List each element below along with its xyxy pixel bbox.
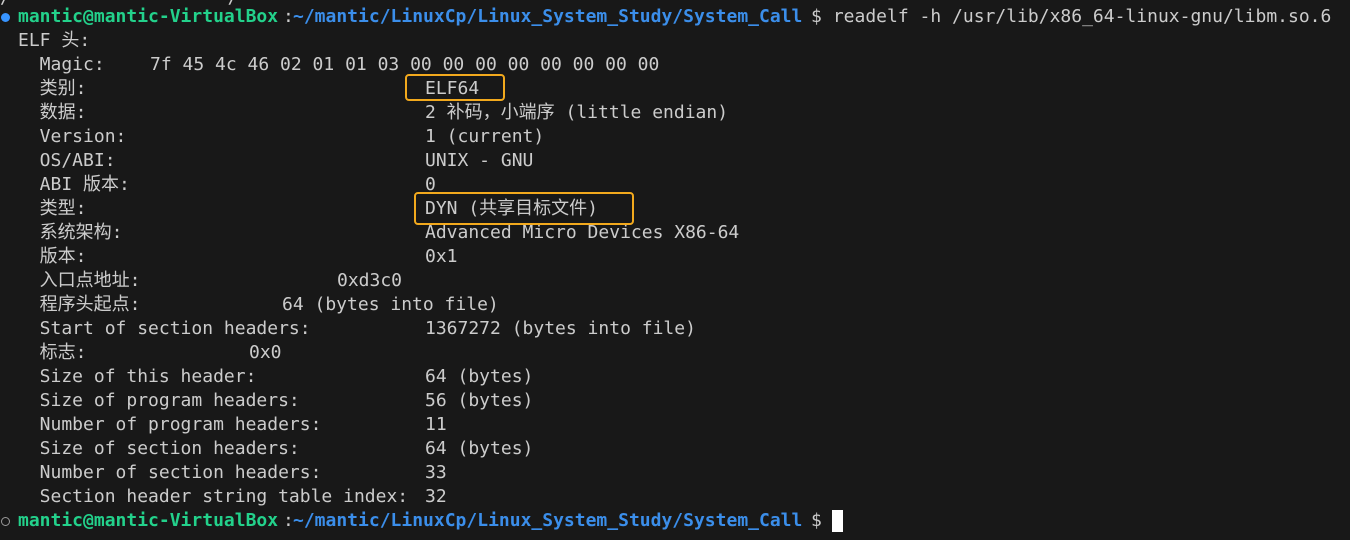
field-section-header-offset: Start of section headers: 1367272 (bytes…	[18, 318, 696, 339]
field-machine: 系统架构: Advanced Micro Devices X86-64	[18, 222, 740, 243]
field-entry-point: 入口点地址: 0xd3c0	[18, 270, 403, 291]
command-text: readelf -h /usr/lib/x86_64-linux-gnu/lib…	[822, 6, 1332, 27]
command-line: mantic@mantic-VirtualBox : ~/mantic/Linu…	[0, 5, 1350, 29]
field-osabi: OS/ABI: UNIX - GNU	[18, 150, 534, 171]
prompt-user-host: mantic@mantic-VirtualBox	[18, 510, 279, 531]
field-file-version: 版本: 0x1	[18, 246, 458, 267]
prompt-path: ~/mantic/LinuxCp/Linux_System_Study/Syst…	[293, 6, 803, 27]
prompt-symbol: $	[811, 6, 822, 27]
field-type: 类型: DYN (共享目标文件)	[18, 198, 599, 219]
prompt-user-host: mantic@mantic-VirtualBox	[18, 6, 279, 27]
field-abi-version: ABI 版本: 0	[18, 174, 436, 195]
field-section-header-size: Size of section headers: 64 (bytes)	[18, 438, 534, 459]
field-class: 类别: ELF64	[18, 78, 480, 99]
class-highlight-box	[405, 74, 505, 101]
elf-header-title: ELF 头:	[18, 30, 91, 51]
prompt-symbol: $	[811, 510, 822, 531]
prompt-path: ~/mantic/LinuxCp/Linux_System_Study/Syst…	[293, 510, 803, 531]
current-prompt-line: mantic@mantic-VirtualBox : ~/mantic/Linu…	[0, 509, 1350, 533]
terminal-output[interactable]: / / mantic@mantic-VirtualBox : ~/mantic/…	[0, 0, 1350, 540]
field-program-header-offset: 程序头起点: 64 (bytes into file)	[18, 294, 499, 315]
field-magic: Magic: 7f 45 4c 46 02 01 01 03 00 00 00 …	[18, 54, 660, 75]
field-data: 数据: 2 补码，小端序 (little endian)	[18, 102, 729, 123]
command-pending-marker[interactable]	[1, 517, 10, 526]
field-string-table-index: Section header string table index: 32	[18, 486, 447, 507]
text-cursor[interactable]	[832, 510, 843, 532]
field-version: Version: 1 (current)	[18, 126, 545, 147]
field-section-header-count: Number of section headers: 33	[18, 462, 447, 483]
type-highlight-box	[414, 192, 634, 225]
field-program-header-size: Size of program headers: 56 (bytes)	[18, 390, 534, 411]
field-program-header-count: Number of program headers: 11	[18, 414, 447, 435]
command-success-marker[interactable]	[1, 13, 10, 22]
field-flags: 标志: 0x0	[18, 342, 282, 363]
field-header-size: Size of this header: 64 (bytes)	[18, 366, 534, 387]
